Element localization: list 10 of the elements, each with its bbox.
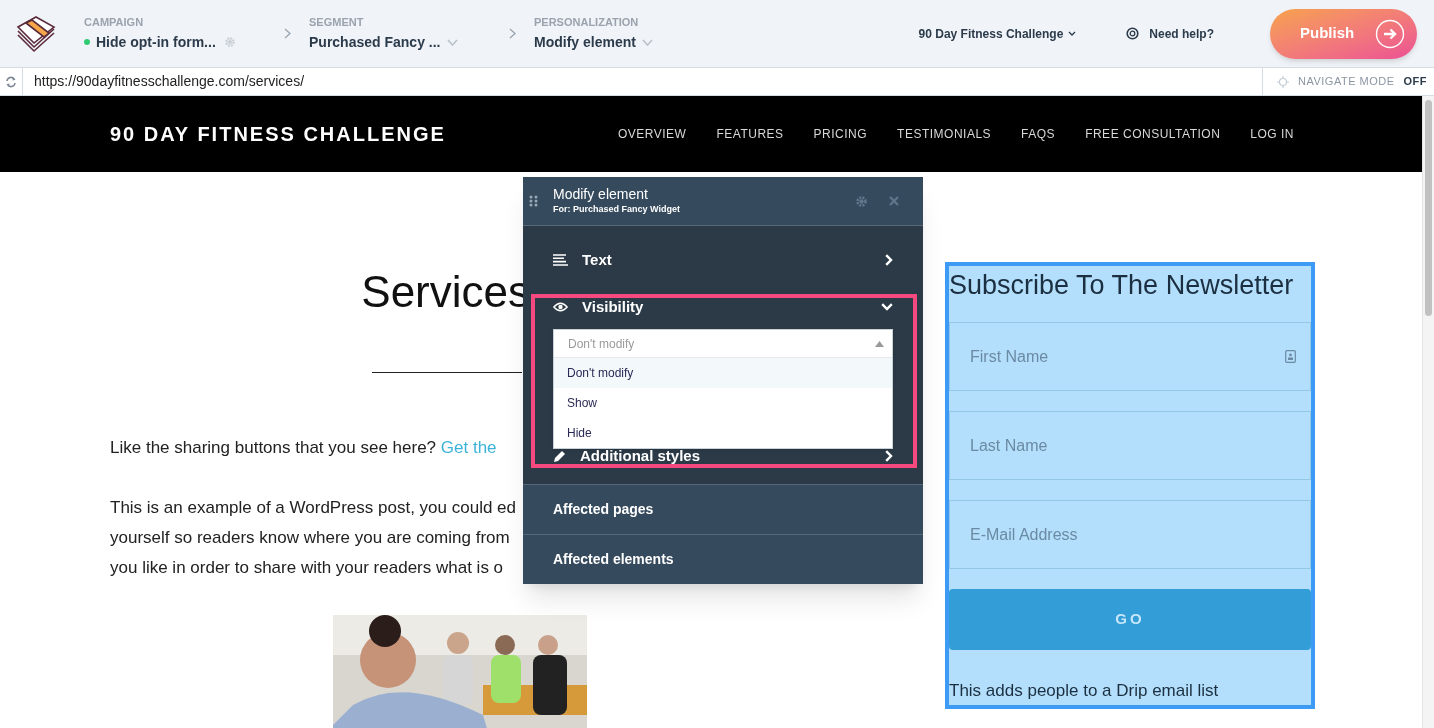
page-heading: Services	[361, 266, 530, 318]
breadcrumb-label: CAMPAIGN	[84, 14, 145, 29]
intro-text: Like the sharing buttons that you see here? Get the	[110, 437, 498, 459]
breadcrumb-label: SEGMENT	[309, 14, 365, 29]
widget-note: This adds people to a Drip email list	[949, 680, 1220, 702]
breadcrumb-label: PERSONALIZATION	[534, 14, 640, 29]
panel-subtitle: For: Purchased Fancy Widget	[553, 202, 681, 216]
body-paragraph: This is an example of a WordPress post, you could ed yourself so readers know where you are coming from you like in order to share with your readers what is o	[110, 496, 517, 579]
widget-title: Subscribe To The Newsletter	[949, 269, 1295, 302]
panel-title: Modify element	[553, 185, 649, 203]
